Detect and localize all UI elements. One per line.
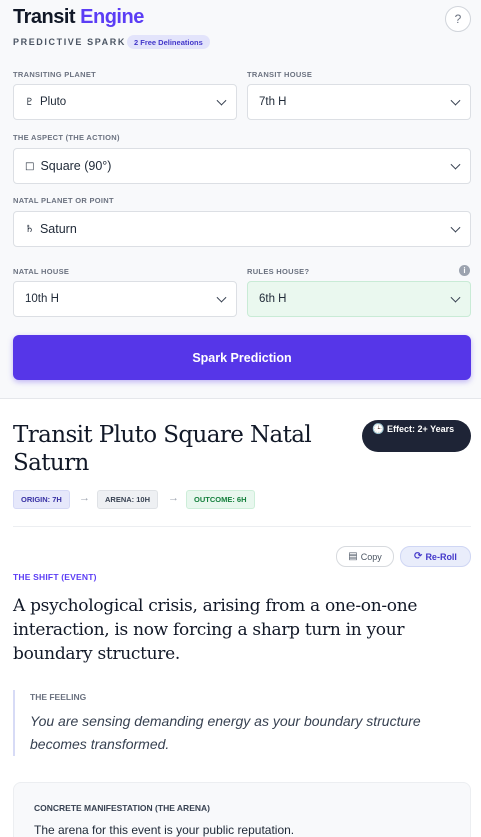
app-logo: Transit Engine: [13, 6, 144, 29]
natal-planet-value: Saturn: [39, 222, 77, 236]
aspect-select[interactable]: □ Square (90°): [13, 148, 471, 184]
result-title: Transit Pluto Square Natal Saturn: [13, 422, 312, 476]
feeling-label: THE FEELING: [30, 692, 87, 702]
shift-section-label: THE SHIFT (EVENT): [13, 572, 97, 582]
arena-label: CONCRETE MANIFESTATION (THE ARENA): [34, 803, 210, 813]
effect-duration-text: Effect: 2+ Years: [386, 424, 455, 434]
spark-prediction-button[interactable]: Spark Prediction: [13, 335, 471, 380]
divider: [13, 526, 471, 527]
reroll-label: Re-Roll: [425, 551, 457, 562]
transiting-planet-select[interactable]: ♇ Pluto: [13, 84, 237, 120]
natal-planet-label: NATAL PLANET OR POINT: [13, 196, 114, 205]
feeling-text: You are sensing demanding energy as your…: [30, 713, 421, 752]
transit-house-label: TRANSIT HOUSE: [247, 70, 313, 79]
arena-card: CONCRETE MANIFESTATION (THE ARENA) The a…: [13, 782, 471, 837]
refresh-icon: ⟳: [414, 551, 423, 562]
transiting-planet-value: Pluto: [39, 96, 67, 108]
arrow-right-icon: →: [168, 492, 179, 504]
transit-house-select[interactable]: 7th H: [247, 84, 471, 120]
chevron-down-icon: [450, 222, 461, 233]
copy-label: Copy: [360, 551, 382, 562]
rules-house-label: RULES HOUSE?: [247, 267, 310, 276]
aspect-value: Square (90°): [40, 159, 112, 173]
pluto-glyph-icon: ♇: [25, 96, 34, 108]
aspect-label: THE ASPECT (THE ACTION): [13, 133, 120, 142]
help-button[interactable]: ?: [445, 6, 471, 32]
copy-icon: ▤: [348, 551, 358, 562]
effect-duration-badge: 🕒 Effect: 2+ Years: [362, 420, 471, 452]
arrow-right-icon: →: [79, 492, 90, 504]
clock-icon: 🕒: [372, 424, 385, 435]
form-panel: Transit Engine ? PREDICTIVE SPARK 2 Free…: [0, 0, 481, 399]
feeling-block: THE FEELING You are sensing demanding en…: [13, 690, 471, 756]
chevron-down-icon: [450, 292, 461, 303]
natal-house-select[interactable]: 10th H: [13, 281, 237, 317]
transit-house-value: 7th H: [259, 96, 287, 108]
chevron-down-icon: [450, 95, 461, 106]
origin-chip: ORIGIN: 7H: [13, 490, 70, 509]
brand-name-part1: Transit: [13, 6, 76, 28]
arena-text: The arena for this event is your public …: [34, 823, 295, 837]
page-subtitle: PREDICTIVE SPARK: [13, 37, 126, 47]
shift-text: A psychological crisis, arising from a o…: [13, 596, 418, 664]
rules-house-select[interactable]: 6th H: [247, 281, 471, 317]
transiting-planet-label: TRANSITING PLANET: [13, 70, 97, 79]
square-aspect-icon: □: [25, 160, 35, 172]
natal-house-label: NATAL HOUSE: [13, 267, 70, 276]
chevron-down-icon: [450, 159, 461, 170]
arena-chip: ARENA: 10H: [97, 490, 159, 509]
outcome-chip: OUTCOME: 6H: [186, 490, 255, 509]
free-delineations-badge: 2 Free Delineations: [127, 35, 210, 49]
rules-house-value: 6th H: [259, 293, 287, 305]
copy-button[interactable]: ▤ Copy: [336, 546, 394, 567]
natal-planet-select[interactable]: ♄ Saturn: [13, 211, 471, 247]
info-icon[interactable]: i: [459, 265, 470, 276]
natal-house-value: 10th H: [25, 293, 59, 305]
brand-name-part2: Engine: [80, 6, 144, 28]
saturn-glyph-icon: ♄: [25, 223, 34, 235]
chevron-down-icon: [216, 95, 227, 106]
chevron-down-icon: [216, 292, 227, 303]
reroll-button[interactable]: ⟳ Re-Roll: [400, 546, 471, 567]
